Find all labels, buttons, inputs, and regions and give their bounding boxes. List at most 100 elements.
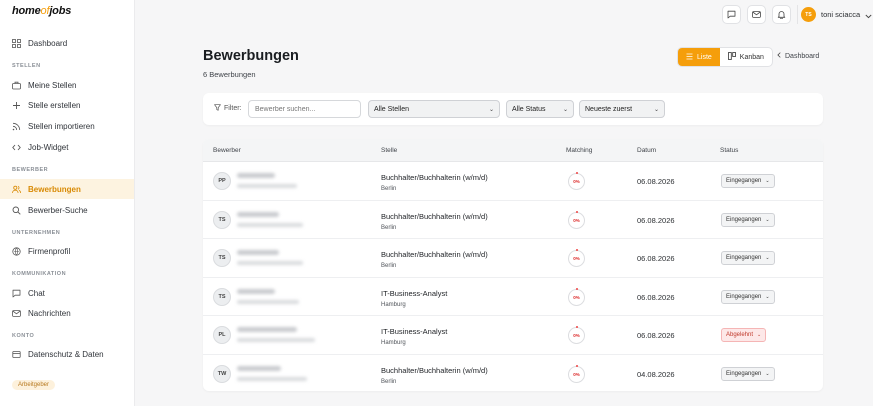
section-stellen: STELLEN	[12, 63, 41, 69]
matching-score: 0%	[568, 172, 585, 190]
date: 04.08.2026	[637, 369, 675, 379]
job-location: Hamburg	[381, 340, 406, 346]
job-select[interactable]: Alle Stellen ⌄	[368, 100, 500, 118]
column-header: Stelle	[381, 147, 398, 154]
notifications-button[interactable]	[772, 5, 791, 24]
sidebar-item-label: Datenschutz & Daten	[28, 349, 104, 359]
matching-score: 0%	[568, 287, 585, 306]
messages-button[interactable]	[747, 5, 766, 24]
search-icon	[12, 206, 21, 215]
redacted-name	[237, 173, 275, 178]
sidebar-item-bewerber-suche[interactable]: Bewerber-Suche	[0, 200, 134, 220]
sidebar-item-chat[interactable]: Chat	[0, 283, 134, 303]
back-to-dashboard-link[interactable]: Dashboard	[777, 52, 819, 60]
table-row[interactable]: TS IT-Business-Analyst Hamburg 0% 06.08.…	[203, 278, 823, 316]
page-title: Bewerbungen	[203, 48, 299, 64]
sidebar-item-label: Bewerbungen	[28, 184, 81, 194]
status-select[interactable]: Eingegangen ⌄	[721, 366, 775, 381]
sidebar-item-label: Bewerber-Suche	[28, 205, 88, 215]
sidebar-item-label: Job-Widget	[28, 142, 69, 152]
matching-score: 0%	[568, 249, 585, 267]
chevron-down-icon: ⌄	[765, 370, 770, 377]
user-menu[interactable]: TS toni sciacca	[797, 5, 872, 24]
date: 06.08.2026	[637, 177, 675, 186]
status-select[interactable]: Alle Status ⌄	[506, 100, 574, 118]
status-select[interactable]: Abgelehnt ⌄	[721, 328, 767, 342]
job-title[interactable]: IT-Business-Analyst	[381, 327, 447, 336]
briefcase-icon	[12, 81, 21, 90]
chevron-down-icon: ⌄	[765, 255, 770, 261]
sidebar-item-datenschutz[interactable]: Datenschutz & Daten	[0, 344, 134, 364]
section-unternehmen: UNTERNEHMEN	[12, 230, 61, 236]
job-title[interactable]: Buchhalter/Buchhalterin (w/m/d)	[381, 173, 488, 182]
job-title[interactable]: IT-Business-Analyst	[381, 289, 447, 298]
matching-score: 0%	[568, 210, 585, 229]
redacted-name	[237, 288, 275, 294]
sidebar-item-bewerbungen[interactable]: Bewerbungen	[0, 179, 134, 199]
sidebar-item-meine-stellen[interactable]: Meine Stellen	[0, 75, 134, 95]
status-select[interactable]: Eingegangen ⌄	[721, 289, 775, 304]
sidebar-item-job-widget[interactable]: Job-Widget	[0, 137, 134, 157]
status-select[interactable]: Eingegangen ⌄	[721, 251, 775, 265]
logo[interactable]: homeofjobs	[12, 5, 71, 17]
filter-label: Filter:	[214, 104, 242, 113]
job-title[interactable]: Buchhalter/Buchhalterin (w/m/d)	[381, 250, 488, 259]
column-header: Status	[720, 147, 739, 154]
avatar: TW	[213, 364, 231, 383]
chevron-down-icon: ⌄	[757, 332, 762, 338]
chat-icon	[12, 289, 21, 298]
list-icon	[686, 53, 693, 62]
grid-icon	[12, 38, 21, 48]
status-select[interactable]: Eingegangen ⌄	[721, 212, 775, 227]
table-header: Bewerber Stelle Matching Datum Status	[203, 139, 823, 162]
table-row[interactable]: TW Buchhalter/Buchhalterin (w/m/d) Berli…	[203, 355, 823, 392]
job-title[interactable]: Buchhalter/Buchhalterin (w/m/d)	[381, 212, 488, 221]
table-row[interactable]: TS Buchhalter/Buchhalterin (w/m/d) Berli…	[203, 239, 823, 278]
view-kanban-button[interactable]: Kanban	[720, 48, 772, 66]
job-title[interactable]: Buchhalter/Buchhalterin (w/m/d)	[381, 366, 488, 375]
redacted-email	[237, 299, 299, 304]
sidebar-item-label: Dashboard	[28, 38, 68, 48]
kanban-icon	[727, 52, 736, 62]
sidebar-item-dashboard[interactable]: Dashboard	[0, 33, 134, 53]
view-list-button[interactable]: Liste	[678, 48, 720, 66]
table-row[interactable]: PP Buchhalter/Buchhalterin (w/m/d) Berli…	[203, 162, 823, 201]
sort-select[interactable]: Neueste zuerst ⌄	[579, 100, 665, 118]
search-input[interactable]	[248, 100, 361, 118]
date: 06.08.2026	[637, 331, 675, 340]
column-header: Matching	[566, 147, 593, 154]
rss-icon	[12, 122, 21, 131]
section-bewerber: BEWERBER	[12, 167, 49, 173]
date: 06.08.2026	[637, 254, 675, 263]
redacted-name	[237, 365, 281, 371]
view-toggle: Liste Kanban	[677, 47, 773, 67]
sidebar-item-nachrichten[interactable]: Nachrichten	[0, 303, 134, 323]
chevron-left-icon	[777, 52, 781, 60]
date: 06.08.2026	[637, 215, 675, 225]
avatar: TS	[213, 287, 231, 306]
status-select[interactable]: Eingegangen ⌄	[721, 174, 775, 188]
chevron-down-icon	[865, 6, 872, 24]
table-row[interactable]: TS Buchhalter/Buchhalterin (w/m/d) Berli…	[203, 201, 823, 239]
chat-button[interactable]	[722, 5, 741, 24]
user-name: toni sciacca	[821, 10, 861, 19]
redacted-name	[237, 250, 279, 255]
avatar: TS	[801, 7, 816, 22]
sidebar-item-stelle-erstellen[interactable]: Stelle erstellen	[0, 95, 134, 115]
chevron-down-icon: ⌄	[765, 293, 770, 300]
page-subtitle: 6 Bewerbungen	[203, 70, 256, 79]
sidebar-item-firmenprofil[interactable]: Firmenprofil	[0, 241, 134, 261]
table-row[interactable]: PL IT-Business-Analyst Hamburg 0% 06.08.…	[203, 316, 823, 355]
mail-icon	[12, 309, 21, 318]
matching-score: 0%	[568, 326, 585, 344]
building-icon	[12, 246, 21, 256]
avatar: PP	[213, 172, 231, 190]
avatar: TS	[213, 210, 231, 229]
redacted-email	[237, 376, 307, 381]
sidebar-item-label: Firmenprofil	[28, 246, 71, 256]
sidebar-item-label: Stelle erstellen	[28, 100, 81, 110]
sidebar-item-stellen-importieren[interactable]: Stellen importieren	[0, 116, 134, 136]
chevron-down-icon: ⌄	[765, 178, 770, 184]
role-badge: Arbeitgeber	[12, 380, 56, 390]
column-header: Bewerber	[213, 147, 241, 154]
